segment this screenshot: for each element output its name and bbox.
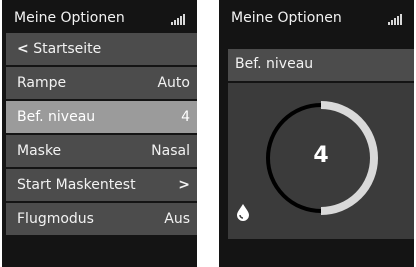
- menu-item-value: Nasal: [151, 143, 190, 159]
- menu-item-label: Start Maskentest: [17, 177, 136, 193]
- menu-item-value: 4: [181, 109, 190, 125]
- menu-item-label: Maske: [17, 143, 62, 159]
- left-screen: Meine Optionen < Startseite Rampe Auto B…: [2, 0, 197, 267]
- panel-title-text: Bef. niveau: [235, 56, 314, 72]
- menu-item-flugmodus[interactable]: Flugmodus Aus: [6, 203, 197, 235]
- menu-item-label: Bef. niveau: [17, 109, 96, 125]
- header: Meine Optionen: [219, 0, 414, 36]
- header: Meine Optionen: [2, 0, 197, 36]
- level-gauge-panel[interactable]: 4: [228, 83, 414, 239]
- menu-item-bef-niveau[interactable]: Bef. niveau 4: [6, 101, 197, 133]
- chevron-left-icon: <: [17, 41, 29, 57]
- menu-item-value: Auto: [157, 75, 190, 91]
- panel-title: Bef. niveau: [228, 49, 414, 81]
- menu-item-start-maskentest[interactable]: Start Maskentest >: [6, 169, 197, 201]
- menu-item-startseite[interactable]: < Startseite: [6, 33, 197, 65]
- gauge-value: 4: [313, 143, 329, 168]
- screen-title: Meine Optionen: [231, 10, 342, 26]
- signal-strength-icon: [171, 13, 185, 25]
- menu-item-label: Rampe: [17, 75, 67, 91]
- menu-item-rampe[interactable]: Rampe Auto: [6, 67, 197, 99]
- menu-item-label: Startseite: [33, 41, 102, 57]
- signal-strength-icon: [388, 13, 402, 25]
- water-drop-icon: [237, 204, 249, 221]
- chevron-right-icon: >: [178, 177, 190, 193]
- screen-title: Meine Optionen: [14, 10, 125, 26]
- menu-item-maske[interactable]: Maske Nasal: [6, 135, 197, 167]
- options-menu: < Startseite Rampe Auto Bef. niveau 4 Ma…: [6, 33, 197, 237]
- right-screen: Meine Optionen Bef. niveau 4: [219, 0, 414, 267]
- menu-item-value: Aus: [164, 211, 190, 227]
- menu-item-label: Flugmodus: [17, 211, 94, 227]
